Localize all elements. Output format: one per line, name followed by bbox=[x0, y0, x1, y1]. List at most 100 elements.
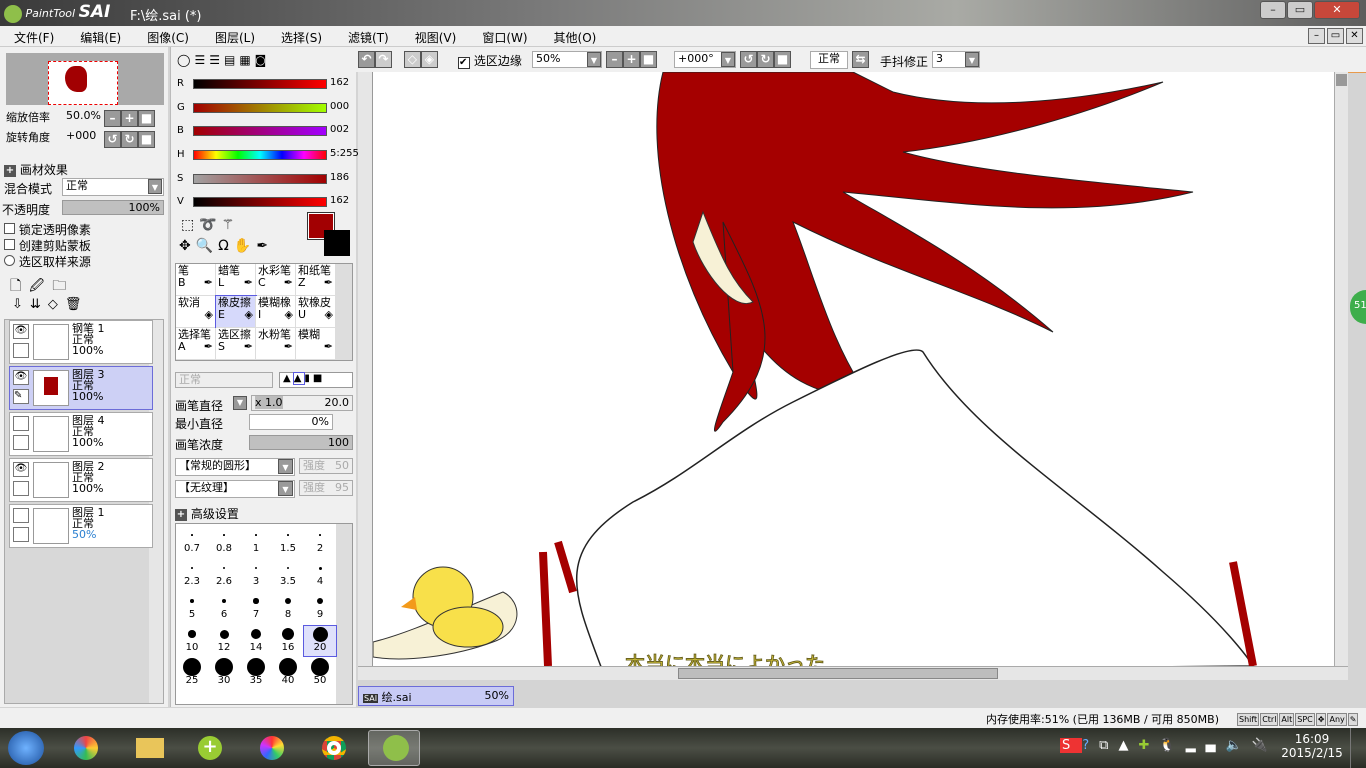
picture-viewer-icon[interactable] bbox=[246, 730, 298, 766]
layer-link-checkbox[interactable] bbox=[13, 527, 29, 542]
undo-button[interactable]: ↶ bbox=[358, 51, 375, 68]
new-folder-icon[interactable]: 🗀 bbox=[52, 278, 74, 294]
channel-g-slider[interactable] bbox=[193, 103, 327, 113]
rgb-slider-tab[interactable]: ☰ bbox=[194, 53, 209, 67]
tool-item[interactable]: 和纸笔 Z ✒ bbox=[296, 264, 336, 296]
brush-edge-selector[interactable]: ▲▲▮■ bbox=[279, 372, 353, 388]
new-vector-layer-icon[interactable]: 🖉 bbox=[29, 278, 52, 294]
power-icon[interactable]: 🔌 bbox=[1252, 738, 1278, 753]
texture-select[interactable]: 【无纹理】 bbox=[175, 480, 295, 498]
scroll-thumb[interactable] bbox=[678, 668, 998, 679]
blend-mode-select[interactable]: 正常 ▼ bbox=[62, 178, 164, 196]
eye-icon[interactable]: 👁 bbox=[13, 324, 29, 339]
rotate-reset-button[interactable]: ■ bbox=[138, 131, 155, 148]
brush-size-preset[interactable]: 8 bbox=[272, 593, 304, 623]
brush-size-field[interactable]: x 1.0 20.0 bbox=[251, 395, 353, 411]
lock-alpha-checkbox[interactable] bbox=[4, 223, 15, 234]
menu-select[interactable]: 选择(S) bbox=[267, 26, 322, 46]
rotate-reset-button[interactable]: ■ bbox=[774, 51, 791, 68]
scroll-up-button[interactable] bbox=[1336, 74, 1347, 86]
channel-s-slider[interactable] bbox=[193, 174, 327, 184]
menu-image[interactable]: 图像(C) bbox=[133, 26, 189, 46]
zoom-value[interactable]: 50.0% bbox=[66, 109, 101, 122]
brush-size-preset[interactable]: 4 bbox=[304, 560, 336, 590]
layer-item[interactable]: 👁 图层 2 正常 100% bbox=[9, 458, 153, 502]
layer-item[interactable]: 图层 1 正常 50% bbox=[9, 504, 153, 548]
move-icon[interactable]: ✥ bbox=[179, 238, 196, 254]
eye-icon[interactable]: 👁 bbox=[13, 370, 29, 385]
redo-button[interactable]: ↷ bbox=[375, 51, 392, 68]
show-hidden-icons[interactable]: ▲ bbox=[1118, 738, 1138, 753]
clock[interactable]: 16:09 2015/2/15 bbox=[1280, 732, 1344, 760]
brush-size-preset[interactable]: 10 bbox=[176, 626, 208, 656]
min-size-field[interactable]: 0% bbox=[249, 414, 333, 430]
menu-layer[interactable]: 图层(L) bbox=[201, 26, 255, 46]
mdi-minimize-button[interactable]: – bbox=[1308, 28, 1325, 44]
brush-size-preset[interactable]: 14 bbox=[240, 626, 272, 656]
chrome-icon[interactable] bbox=[308, 730, 360, 766]
channel-b-slider[interactable] bbox=[193, 126, 327, 136]
start-button[interactable] bbox=[8, 731, 44, 765]
brush-size-preset[interactable]: 1.5 bbox=[272, 527, 304, 557]
document-tab[interactable]: SAI 绘.sai 50% bbox=[358, 686, 514, 706]
shape-strength-field[interactable]: 强度 50 bbox=[299, 458, 353, 474]
palette-tab[interactable]: ▦ bbox=[239, 53, 254, 67]
brush-size-scrollbar[interactable] bbox=[336, 524, 352, 704]
clip-checkbox[interactable] bbox=[4, 239, 15, 250]
layer-link-checkbox[interactable] bbox=[13, 343, 29, 358]
tool-item[interactable]: 水彩笔 C ✒ bbox=[256, 264, 296, 296]
modifier-key[interactable]: ✥ bbox=[1315, 713, 1327, 726]
brush-size-preset[interactable]: 50 bbox=[304, 658, 336, 689]
zoom-out-button[interactable]: – bbox=[606, 51, 623, 68]
mdi-restore-button[interactable]: ▭ bbox=[1327, 28, 1344, 44]
menu-edit[interactable]: 编辑(E) bbox=[66, 26, 121, 46]
chevron-down-icon[interactable]: ▼ bbox=[233, 396, 247, 410]
eyedropper-icon[interactable]: ✒ bbox=[256, 238, 273, 254]
brush-size-preset[interactable]: 5 bbox=[176, 593, 208, 623]
rect-select-icon[interactable]: ⬚ bbox=[181, 217, 199, 233]
rotate-ccw-button[interactable]: ↺ bbox=[740, 51, 757, 68]
layer-item[interactable]: 👁 ✎ 图层 3 正常 100% bbox=[9, 366, 153, 410]
layer-item[interactable]: 👁 钢笔 1 正常 100% bbox=[9, 320, 153, 364]
brush-size-preset[interactable]: 7 bbox=[240, 593, 272, 623]
tool-item[interactable]: 蜡笔 L ✒ bbox=[216, 264, 256, 296]
window-icon[interactable]: ⧉ bbox=[1099, 738, 1118, 753]
show-desktop-button[interactable] bbox=[1350, 728, 1366, 768]
layer-link-checkbox[interactable] bbox=[13, 435, 29, 450]
brush-size-preset[interactable]: 40 bbox=[272, 658, 304, 689]
density-slider[interactable]: 100 bbox=[249, 435, 353, 450]
stabilizer-select[interactable]: 3 ▼ bbox=[932, 51, 980, 68]
modifier-key[interactable]: Any bbox=[1327, 713, 1347, 726]
zoom-icon[interactable]: 🔍 bbox=[196, 238, 218, 254]
new-layer-icon[interactable]: 🗋 bbox=[10, 278, 29, 294]
tool-item[interactable]: 选择笔 A ✒ bbox=[176, 328, 216, 360]
rotate-cw-button[interactable]: ↻ bbox=[121, 131, 138, 148]
menu-file[interactable]: 文件(F) bbox=[0, 26, 54, 46]
brush-size-preset[interactable]: 0.8 bbox=[208, 527, 240, 557]
menu-other[interactable]: 其他(O) bbox=[540, 26, 597, 46]
zoom-reset-button[interactable]: ■ bbox=[640, 51, 657, 68]
explorer-icon[interactable] bbox=[124, 730, 176, 766]
advanced-settings-label[interactable]: 高级设置 bbox=[191, 507, 239, 521]
sample-source-radio[interactable] bbox=[4, 255, 15, 266]
rotate-ccw-button[interactable]: ↺ bbox=[104, 131, 121, 148]
tool-item[interactable]: 模糊 ✒ bbox=[296, 328, 336, 360]
brush-size-preset[interactable]: 2.3 bbox=[176, 560, 208, 590]
hand-icon[interactable]: ✋ bbox=[234, 238, 256, 254]
brush-size-preset[interactable]: 2 bbox=[304, 527, 336, 557]
hsv-slider-tab[interactable]: ☰ bbox=[209, 53, 224, 67]
360-tray-icon[interactable]: ✚ bbox=[1138, 738, 1159, 753]
tool-scrollbar[interactable] bbox=[336, 264, 352, 360]
tool-item[interactable]: 模糊橡 I ◈ bbox=[256, 296, 296, 328]
background-color-swatch[interactable] bbox=[324, 230, 350, 256]
opacity-slider[interactable]: 100% bbox=[62, 200, 164, 215]
minimize-button[interactable]: – bbox=[1260, 1, 1286, 19]
brush-mode-select[interactable]: 正常 bbox=[175, 372, 273, 388]
brush-size-preset[interactable]: 6 bbox=[208, 593, 240, 623]
rotate-cw-button[interactable]: ↻ bbox=[757, 51, 774, 68]
qq-icon[interactable]: 🐧 bbox=[1159, 738, 1185, 753]
transfer-down-icon[interactable]: ⇩ bbox=[12, 297, 30, 312]
close-button[interactable]: ✕ bbox=[1314, 1, 1360, 19]
delete-layer-icon[interactable]: 🗑 bbox=[65, 297, 89, 312]
modifier-key[interactable]: Alt bbox=[1279, 713, 1295, 726]
